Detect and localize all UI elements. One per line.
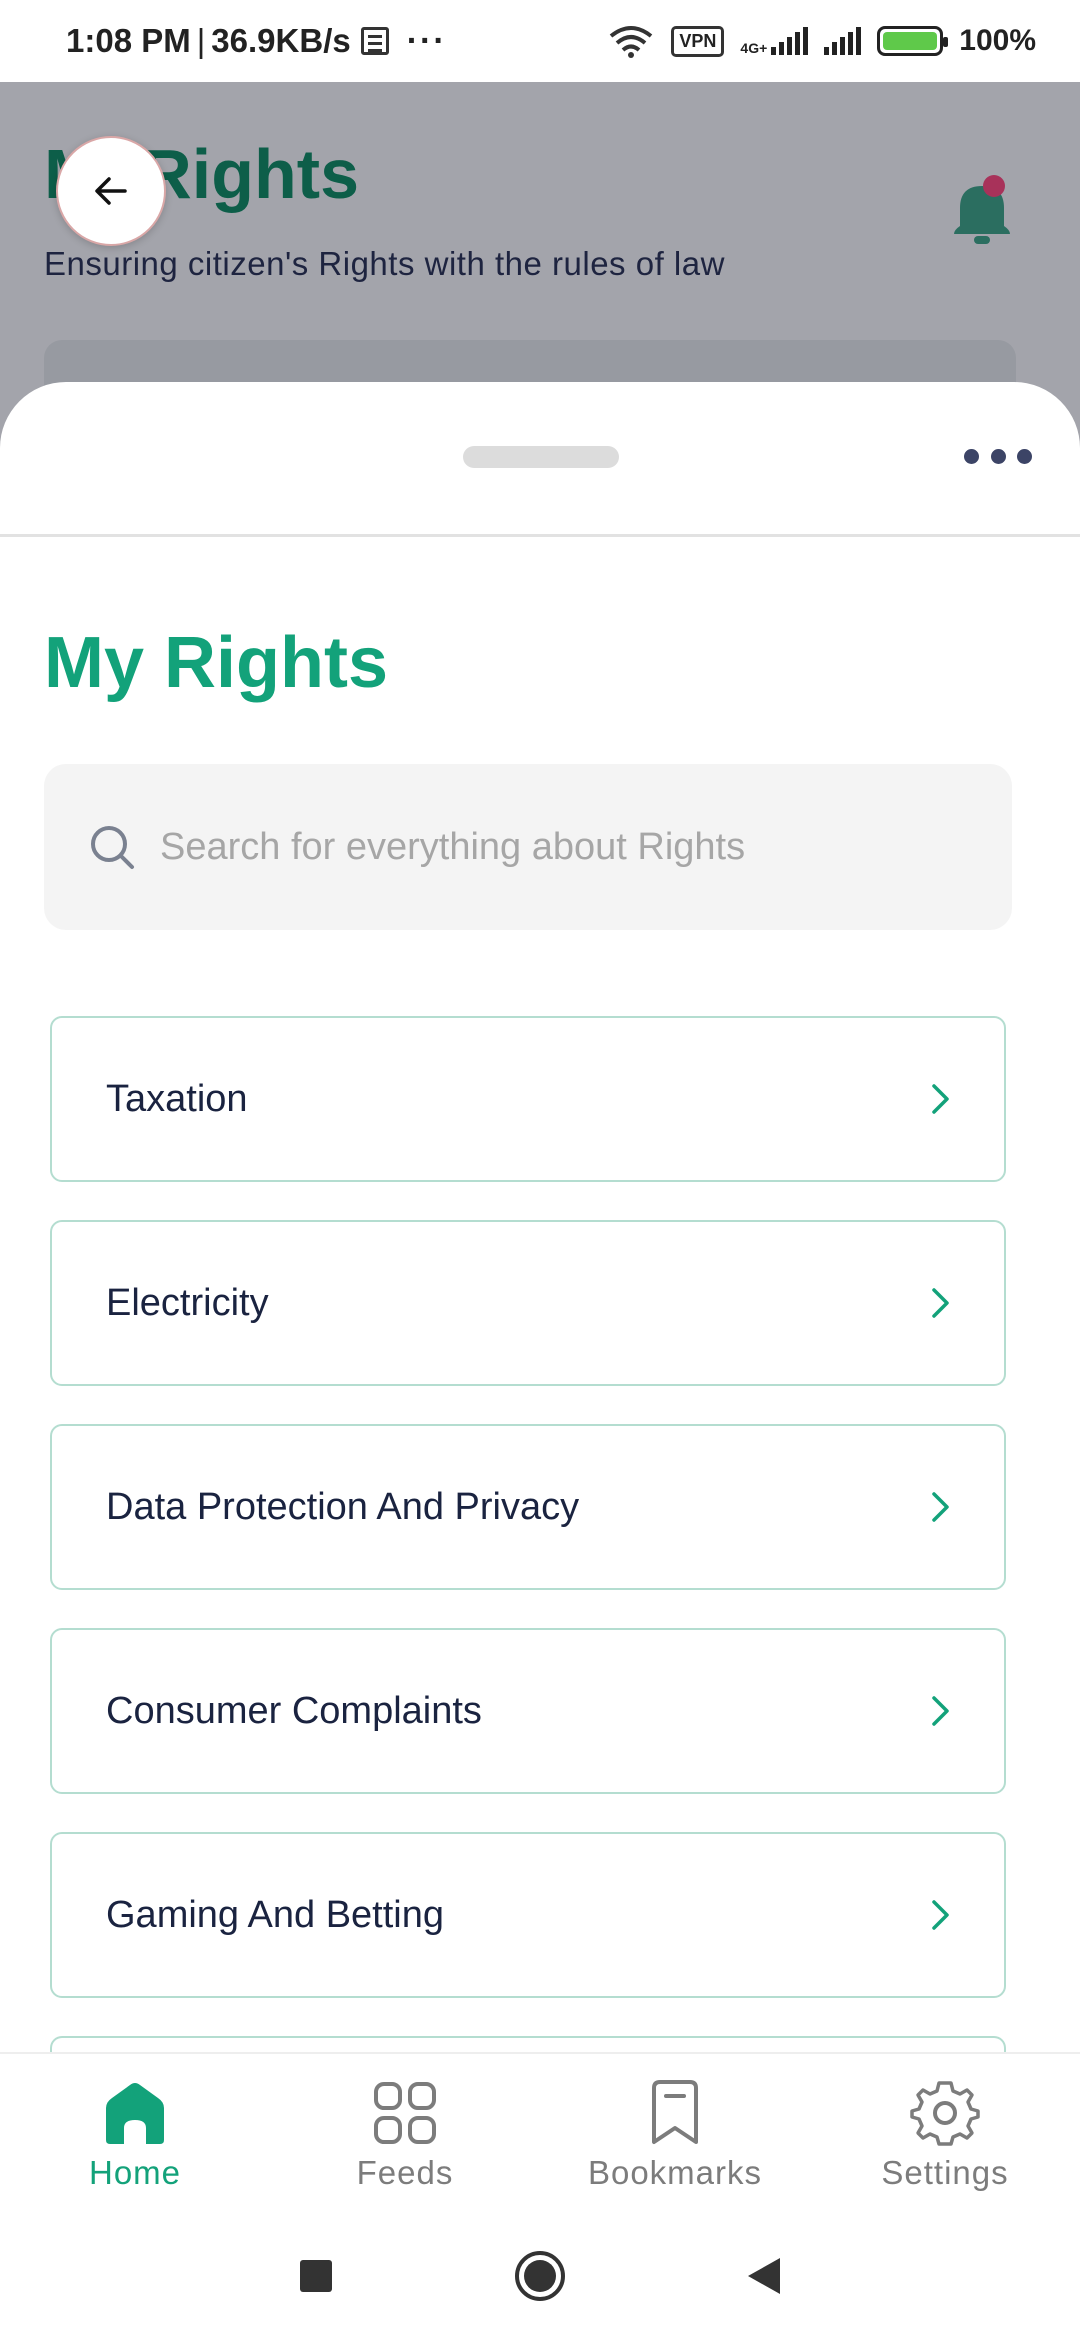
page-title: My Rights (44, 623, 389, 703)
sheet-drag-handle[interactable] (463, 446, 619, 468)
back-button[interactable] (56, 136, 166, 246)
gear-icon (910, 2081, 980, 2146)
dot-icon (1017, 448, 1032, 464)
list-item-electricity[interactable]: Electricity (50, 1220, 1006, 1386)
list-item-data-protection[interactable]: Data Protection And Privacy (50, 1424, 1006, 1590)
list-item-label: Data Protection And Privacy (106, 1485, 580, 1528)
battery-icon (877, 26, 949, 56)
triangle-back-icon (748, 2258, 780, 2294)
nav-label-bookmarks: Bookmarks (587, 2154, 763, 2191)
bookmark-icon (652, 2080, 698, 2144)
nav-label-settings: Settings (881, 2154, 1009, 2191)
sheet-divider (0, 534, 1080, 537)
grid-icon (374, 2082, 436, 2144)
chevron-right-icon (932, 1696, 949, 1726)
search-icon (91, 826, 134, 869)
nav-item-home[interactable]: Home (0, 2054, 270, 2212)
dot-icon (990, 448, 1006, 464)
notification-bell-icon[interactable] (950, 174, 1014, 250)
status-time: 1:08 PM (66, 22, 191, 59)
status-more-indicator: ··· (406, 21, 447, 60)
search-input[interactable] (160, 825, 980, 869)
battery-percentage: 100% (959, 24, 1036, 57)
chevron-right-icon (932, 1492, 949, 1522)
dot-icon (964, 448, 979, 464)
recents-button[interactable] (288, 2248, 344, 2304)
arrow-left-icon (95, 177, 127, 205)
status-separator: | (196, 22, 206, 59)
nav-item-feeds[interactable]: Feeds (270, 2054, 540, 2212)
news-icon (360, 27, 389, 55)
status-indicators: VPN 4G+ 100% (607, 24, 1036, 58)
status-bar: 1:08 PM | 36.9KB/s ··· VPN 4G+ 100% (0, 0, 1080, 82)
back-system-button[interactable] (736, 2248, 792, 2304)
chevron-right-icon (932, 1900, 949, 1930)
list-item-gaming-betting[interactable]: Gaming And Betting (50, 1832, 1006, 1998)
signal-bars-icon (824, 27, 862, 55)
circle-icon (515, 2251, 565, 2301)
wifi-icon (610, 26, 653, 58)
nav-label-feeds: Feeds (356, 2154, 454, 2191)
nav-item-settings[interactable]: Settings (810, 2054, 1080, 2212)
network-type-label: 4G+ (740, 40, 768, 56)
square-icon (300, 2260, 332, 2292)
search-bar[interactable] (44, 764, 1012, 930)
rights-list: Taxation Electricity Data Protection And… (50, 1016, 1006, 2134)
vpn-badge: VPN (671, 25, 725, 57)
nav-label-home: Home (88, 2154, 182, 2191)
bottom-navigation: Home Feeds Bookmarks Settings (0, 2052, 1080, 2212)
chevron-right-icon (932, 1288, 949, 1318)
list-item-consumer-complaints[interactable]: Consumer Complaints (50, 1628, 1006, 1794)
list-item-label: Consumer Complaints (106, 1689, 482, 1732)
list-item-label: Gaming And Betting (106, 1893, 444, 1936)
rights-bottom-sheet: My Rights Taxation Electricity Data Prot… (0, 382, 1080, 2096)
chevron-right-icon (932, 1084, 949, 1114)
status-network-speed: 36.9KB/s (211, 22, 351, 59)
signal-bars-icon (771, 27, 809, 55)
list-item-label: Electricity (106, 1281, 269, 1324)
home-icon (106, 2083, 164, 2144)
list-item-label: Taxation (106, 1077, 248, 1120)
more-options-button[interactable] (958, 438, 1038, 474)
home-system-button[interactable] (512, 2248, 568, 2304)
app-subtitle: Ensuring citizen's Rights with the rules… (44, 245, 725, 282)
mobile-signal-1: 4G+ (740, 27, 809, 56)
system-navigation-bar (0, 2212, 1080, 2340)
list-item-taxation[interactable]: Taxation (50, 1016, 1006, 1182)
nav-item-bookmarks[interactable]: Bookmarks (540, 2054, 810, 2212)
